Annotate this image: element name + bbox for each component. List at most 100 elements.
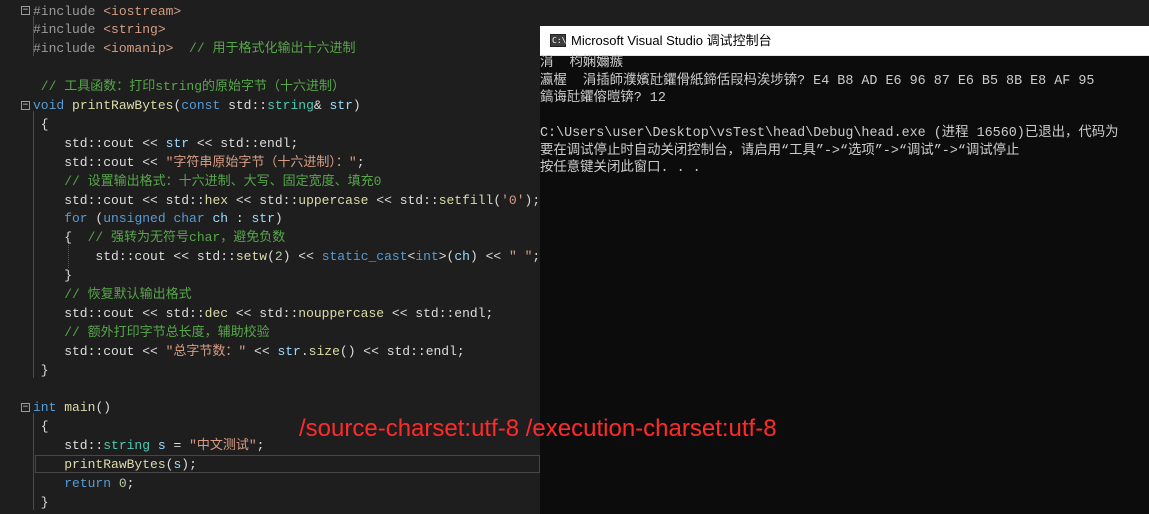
code-token: <iostream> [103, 3, 182, 19]
code-line[interactable]: #include <iomanip> // 用于格式化输出十六进制 [33, 39, 355, 58]
code-token: std:: [33, 438, 104, 454]
code-token: std::cout << std:: [33, 192, 205, 208]
code-token: ( [267, 249, 275, 265]
code-token: : [228, 211, 252, 227]
code-line[interactable]: { // 强转为无符号char，避免负数 [33, 228, 285, 247]
code-token: " " [508, 249, 533, 265]
code-token: std::cout << std:: [33, 305, 205, 321]
code-token: dec [204, 305, 229, 321]
code-token: str [251, 211, 275, 227]
code-token: >( [438, 249, 455, 265]
code-token: // 恢复默认输出格式 [33, 287, 192, 302]
code-token: void [33, 98, 73, 113]
code-line[interactable]: std::cout << std::setw(2) << static_cast… [33, 247, 540, 266]
code-token: #include [33, 3, 104, 19]
code-line[interactable]: { [33, 115, 49, 134]
code-token: static_cast [321, 249, 408, 265]
code-token: printRawBytes [64, 457, 166, 473]
code-token: nouppercase [298, 305, 385, 321]
code-line[interactable]: // 工具函数：打印string的原始字节（十六进制） [33, 77, 345, 96]
code-line[interactable]: int main() [33, 398, 111, 417]
code-token: "总字节数：" [165, 343, 247, 359]
code-token: { [33, 230, 88, 246]
code-token: << std:: [368, 192, 439, 208]
code-token: "中文测试" [189, 438, 257, 454]
code-line[interactable]: printRawBytes(s); [33, 455, 197, 474]
code-token: } [33, 268, 73, 284]
code-token: ) << [469, 249, 509, 265]
code-line[interactable]: std::string s = "中文测试"; [33, 436, 264, 455]
code-token: << std::endl; [189, 135, 299, 151]
code-token: // 工具函数：打印string的原始字节（十六进制） [33, 79, 346, 95]
code-token: . [300, 343, 309, 359]
code-token: "字符串原始字节（十六进制）：" [165, 154, 357, 170]
code-token: () [95, 400, 112, 416]
code-token: ) << [282, 249, 322, 265]
code-token: ) [352, 98, 361, 113]
code-token: 0 [118, 476, 127, 491]
code-line[interactable]: std::cout << std::hex << std::uppercase … [33, 191, 540, 210]
code-token: } [33, 494, 49, 510]
code-token: 2 [274, 249, 283, 265]
code-token: std:: [228, 98, 268, 113]
code-token: // 强转为无符号char，避免负数 [87, 230, 286, 246]
code-token: uppercase [298, 192, 369, 208]
code-line[interactable]: for (unsigned char ch : str) [33, 209, 283, 228]
code-line[interactable]: std::cout << "总字节数：" << str.size() << st… [33, 342, 465, 361]
code-token: ; [256, 438, 265, 454]
console-output-line: 鎬诲瓧鑺傛暟锛? 12 [540, 91, 666, 106]
console-output-line: 瀛楃 涓插師濮嬪瓧鑺傦紙鍗佸叚杩涘埗锛? E4 B8 AD E6 96 87 E… [540, 73, 1095, 89]
fold-toggle-icon[interactable]: − [21, 6, 30, 15]
console-title: Microsoft Visual Studio 调试控制台 [571, 33, 772, 48]
code-token: unsigned char [103, 211, 213, 227]
code-line[interactable]: std::cout << str << std::endl; [33, 134, 298, 153]
code-token: ); [181, 457, 197, 473]
code-token: ) [274, 211, 283, 227]
code-token: hex [204, 192, 229, 208]
code-token: cout << [103, 135, 166, 151]
code-line[interactable]: { [33, 417, 49, 436]
code-line[interactable]: } [33, 493, 49, 512]
code-line[interactable]: std::cout << "字符串原始字节（十六进制）："; [33, 153, 364, 172]
code-token: str [277, 343, 301, 359]
code-line[interactable]: return 0; [33, 474, 134, 493]
code-token: // 设置输出格式：十六进制、大写、固定宽度、填充0 [33, 173, 382, 189]
code-line[interactable]: // 设置输出格式：十六进制、大写、固定宽度、填充0 [33, 172, 381, 191]
code-token: #include [33, 22, 104, 38]
code-token: () << std::endl; [339, 343, 465, 359]
code-token: { [33, 419, 49, 435]
code-token: ); [524, 192, 540, 208]
code-line[interactable]: // 恢复默认输出格式 [33, 285, 192, 304]
code-line[interactable]: } [33, 266, 72, 285]
fold-toggle-icon[interactable]: − [21, 403, 30, 412]
code-line[interactable]: } [33, 361, 49, 380]
code-token: ch [454, 249, 470, 265]
fold-toggle-icon[interactable]: − [21, 101, 30, 110]
console-output-line: 按任意键关闭此窗口. . . [540, 161, 701, 176]
code-line[interactable]: #include <string> [33, 20, 166, 39]
code-token: ; [532, 249, 540, 265]
code-token: setfill [438, 192, 494, 208]
code-line[interactable]: // 额外打印字节总长度，辅助校验 [33, 323, 270, 342]
code-line[interactable]: #include <iostream> [33, 2, 181, 21]
code-line[interactable]: void printRawBytes(const std::string& st… [33, 96, 361, 115]
code-token: = [165, 438, 190, 454]
code-token: <iomanip> [103, 41, 174, 57]
code-token: main [64, 400, 96, 416]
code-token: std::cout << std:: [33, 249, 236, 265]
code-line[interactable]: std::cout << std::dec << std::nouppercas… [33, 304, 493, 323]
code-token: // 额外打印字节总长度，辅助校验 [33, 324, 270, 340]
code-token: return [64, 476, 119, 491]
code-token: '0' [501, 192, 525, 208]
code-token: std:: [33, 135, 104, 151]
code-token: int [33, 400, 65, 416]
console-titlebar[interactable]: C:\ Microsoft Visual Studio 调试控制台 [540, 26, 1149, 56]
code-token: std::cout << [33, 343, 166, 359]
code-token: string [267, 98, 314, 113]
code-token: } [33, 362, 49, 378]
code-token: { [33, 116, 49, 132]
code-token: string [103, 438, 151, 454]
